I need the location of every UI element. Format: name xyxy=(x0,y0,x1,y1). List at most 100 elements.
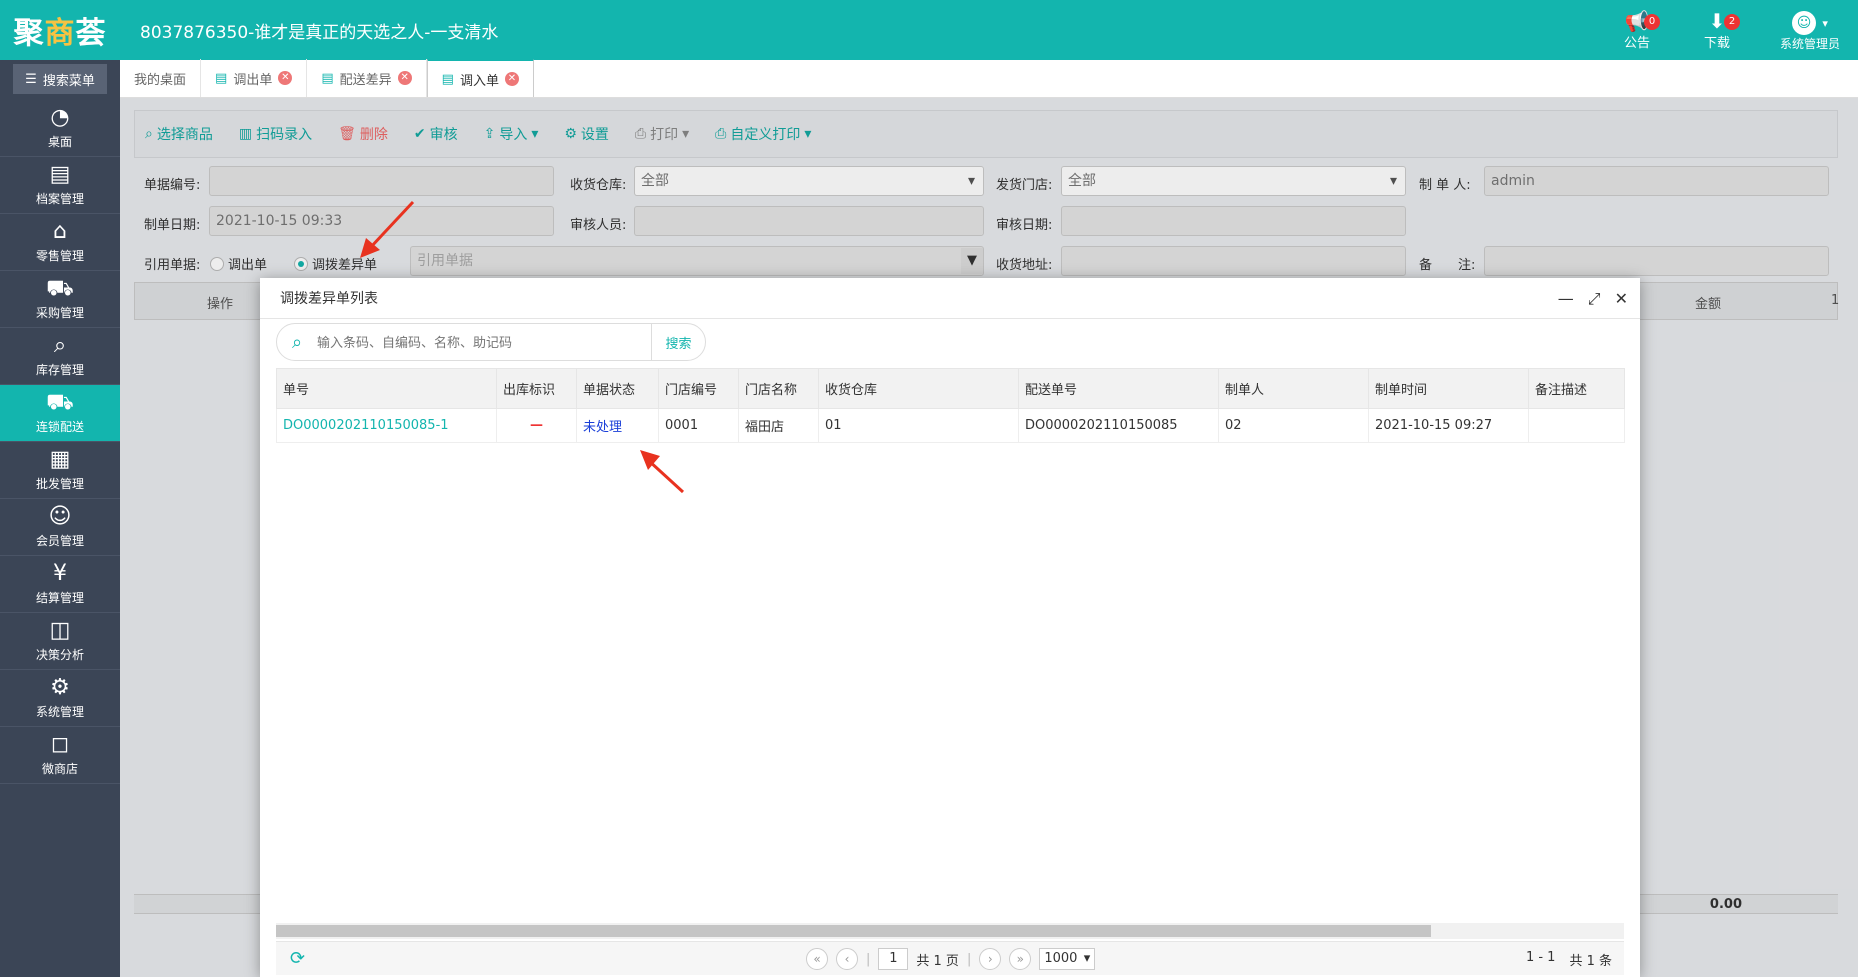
top-bar: 聚商荟 8037876350-谁才是真正的天选之人-一支清水 📢 0 公告 ⬇ … xyxy=(0,0,1858,60)
announcement-badge: 0 xyxy=(1644,13,1660,30)
sidebar-item-archive[interactable]: ▤ 档案管理 xyxy=(0,157,120,214)
col-store-name[interactable]: 门店名称 xyxy=(738,368,819,409)
close-icon[interactable]: ✕ xyxy=(278,71,293,85)
col-store-no[interactable]: 门店编号 xyxy=(658,368,739,409)
first-page-icon[interactable]: « xyxy=(806,948,828,970)
col-maker[interactable]: 制单人 xyxy=(1218,368,1369,409)
sidebar: ☰ 搜索菜单 ◔ 桌面 ▤ 档案管理 ⌂ 零售管理 ⛟ 采购管理 ⌕ 库存管理 ⛟ 连锁配送… xyxy=(0,60,120,977)
avatar-icon: ☺ xyxy=(1792,10,1817,35)
pager-separator: | xyxy=(866,951,871,967)
tab-transfer-in[interactable]: ▤ 调入单 ✕ xyxy=(426,59,534,97)
announcement-button[interactable]: 📢 0 公告 xyxy=(1612,10,1662,51)
brand-logo[interactable]: 聚商荟 xyxy=(0,0,120,60)
sidebar-item-system[interactable]: ⚙ 系统管理 xyxy=(0,670,120,727)
cell-status: 未处理 xyxy=(576,408,659,443)
diff-list-modal: 调拨差异单列表 — ⤢ ✕ ⌕ 搜索 单号 出库标识 单据状态 门店编号 门店名… xyxy=(260,278,1640,977)
page-input[interactable]: 1 xyxy=(878,948,909,970)
cart-icon: ⛟ xyxy=(46,276,74,301)
pager-summary: 1 - 1 共 1 条 xyxy=(1526,950,1612,969)
sidebar-item-purchase[interactable]: ⛟ 采购管理 xyxy=(0,271,120,328)
col-warehouse[interactable]: 收货仓库 xyxy=(818,368,1019,409)
sidebar-item-inventory[interactable]: ⌕ 库存管理 xyxy=(0,328,120,385)
cell-doc-no[interactable]: DO0000202110150085-1 xyxy=(276,408,497,443)
close-icon[interactable]: ✕ xyxy=(397,71,412,85)
sidebar-item-retail[interactable]: ⌂ 零售管理 xyxy=(0,214,120,271)
sidebar-item-chain-delivery[interactable]: ⛟ 连锁配送 xyxy=(0,385,120,442)
horizontal-scrollbar[interactable] xyxy=(276,923,1624,939)
sidebar-item-settlement[interactable]: ¥ 结算管理 xyxy=(0,556,120,613)
cell-made-time: 2021-10-15 09:27 xyxy=(1368,408,1529,443)
cell-warehouse: 01 xyxy=(818,408,1019,443)
store-icon: ⌂ xyxy=(53,219,67,244)
tab-transfer-out[interactable]: ▤ 调出单 ✕ xyxy=(201,59,308,97)
minimize-icon[interactable]: — xyxy=(1558,289,1574,309)
chart-icon: ◫ xyxy=(49,618,71,643)
search-button[interactable]: 搜索 xyxy=(651,324,705,360)
tab-bar: 我的桌面 ▤ 调出单 ✕ ▤ 配送差异 ✕ ▤ 调入单 ✕ xyxy=(120,59,1858,98)
annotation-arrow-radio xyxy=(360,200,415,258)
search-icon: ⌕ xyxy=(291,331,303,353)
download-button[interactable]: ⬇ 2 下载 xyxy=(1692,10,1742,51)
cell-store-no: 0001 xyxy=(658,408,739,443)
truck-icon: ⛟ xyxy=(46,390,74,415)
tab-delivery-diff[interactable]: ▤ 配送差异 ✕ xyxy=(307,59,427,97)
total-text: 共 1 条 xyxy=(1569,954,1612,969)
document-icon: ▤ xyxy=(49,162,71,187)
sidebar-item-member[interactable]: ☺ 会员管理 xyxy=(0,499,120,556)
diff-table: 单号 出库标识 单据状态 门店编号 门店名称 收货仓库 配送单号 制单人 制单时… xyxy=(276,368,1625,443)
bag-icon: ◻ xyxy=(50,732,70,757)
tab-my-desktop[interactable]: 我的桌面 xyxy=(120,59,202,97)
yen-icon: ¥ xyxy=(53,561,67,586)
close-icon[interactable]: ✕ xyxy=(1615,289,1628,309)
next-page-icon[interactable]: › xyxy=(979,948,1002,970)
col-made-time[interactable]: 制单时间 xyxy=(1368,368,1529,409)
document-icon: ▤ xyxy=(215,70,228,86)
col-delivery-no[interactable]: 配送单号 xyxy=(1018,368,1219,409)
close-icon[interactable]: ✕ xyxy=(504,72,519,86)
dashboard-icon: ◔ xyxy=(50,105,70,130)
pager-controls: « ‹ | 1 共 1 页 | › » 1000 xyxy=(806,948,1096,970)
top-actions: 📢 0 公告 ⬇ 2 下载 ☺ ▾ 系统管理员 xyxy=(1612,0,1848,60)
caret-down-icon: ▾ xyxy=(1822,16,1828,30)
scrollbar-thumb[interactable] xyxy=(276,925,1431,937)
cell-remark xyxy=(1528,408,1625,443)
download-label: 下载 xyxy=(1703,35,1730,51)
col-remark[interactable]: 备注描述 xyxy=(1528,368,1625,409)
refresh-icon[interactable]: ⟳ xyxy=(290,948,305,969)
maximize-icon[interactable]: ⤢ xyxy=(1588,289,1601,309)
menu-search-icon: ☰ xyxy=(25,71,37,87)
prev-page-icon[interactable]: ‹ xyxy=(836,948,858,970)
cell-store-name: 福田店 xyxy=(738,408,819,443)
document-icon: ▤ xyxy=(321,70,334,86)
sidebar-item-desktop[interactable]: ◔ 桌面 xyxy=(0,100,120,157)
range-text: 1 - 1 xyxy=(1525,950,1556,965)
cell-delivery-no: DO0000202110150085 xyxy=(1018,408,1219,443)
page-size-select[interactable]: 1000 xyxy=(1039,948,1096,970)
sidebar-item-microshop[interactable]: ◻ 微商店 xyxy=(0,727,120,784)
announcement-label: 公告 xyxy=(1623,35,1650,51)
search-input[interactable] xyxy=(317,324,651,360)
col-out-flag[interactable]: 出库标识 xyxy=(496,368,577,409)
search-menu-label: 搜索菜单 xyxy=(42,73,95,89)
cell-out-flag: — xyxy=(496,408,577,443)
col-doc-no[interactable]: 单号 xyxy=(276,368,497,409)
modal-search: ⌕ 搜索 xyxy=(276,323,706,361)
search-menu-button[interactable]: ☰ 搜索菜单 xyxy=(13,64,107,94)
inventory-search-icon: ⌕ xyxy=(53,333,67,358)
user-menu[interactable]: ☺ ▾ 系统管理员 xyxy=(1772,9,1848,52)
last-page-icon[interactable]: » xyxy=(1009,948,1032,970)
sidebar-item-analysis[interactable]: ◫ 决策分析 xyxy=(0,613,120,670)
app-title: 8037876350-谁才是真正的天选之人-一支清水 xyxy=(140,23,499,43)
document-icon: ▤ xyxy=(441,71,454,87)
sidebar-item-wholesale[interactable]: ▦ 批发管理 xyxy=(0,442,120,499)
user-label: 系统管理员 xyxy=(1779,36,1840,51)
cell-maker: 02 xyxy=(1218,408,1369,443)
modal-title: 调拨差异单列表 xyxy=(280,291,378,307)
download-badge: 2 xyxy=(1724,13,1740,30)
table-row[interactable]: DO0000202110150085-1 — 未处理 0001 福田店 01 D… xyxy=(276,408,1625,443)
gear-icon: ⚙ xyxy=(50,675,70,700)
modal-header: 调拨差异单列表 — ⤢ ✕ xyxy=(260,278,1640,319)
annotation-arrow-status xyxy=(640,450,685,494)
col-status[interactable]: 单据状态 xyxy=(576,368,659,409)
wholesale-icon: ▦ xyxy=(49,447,71,472)
